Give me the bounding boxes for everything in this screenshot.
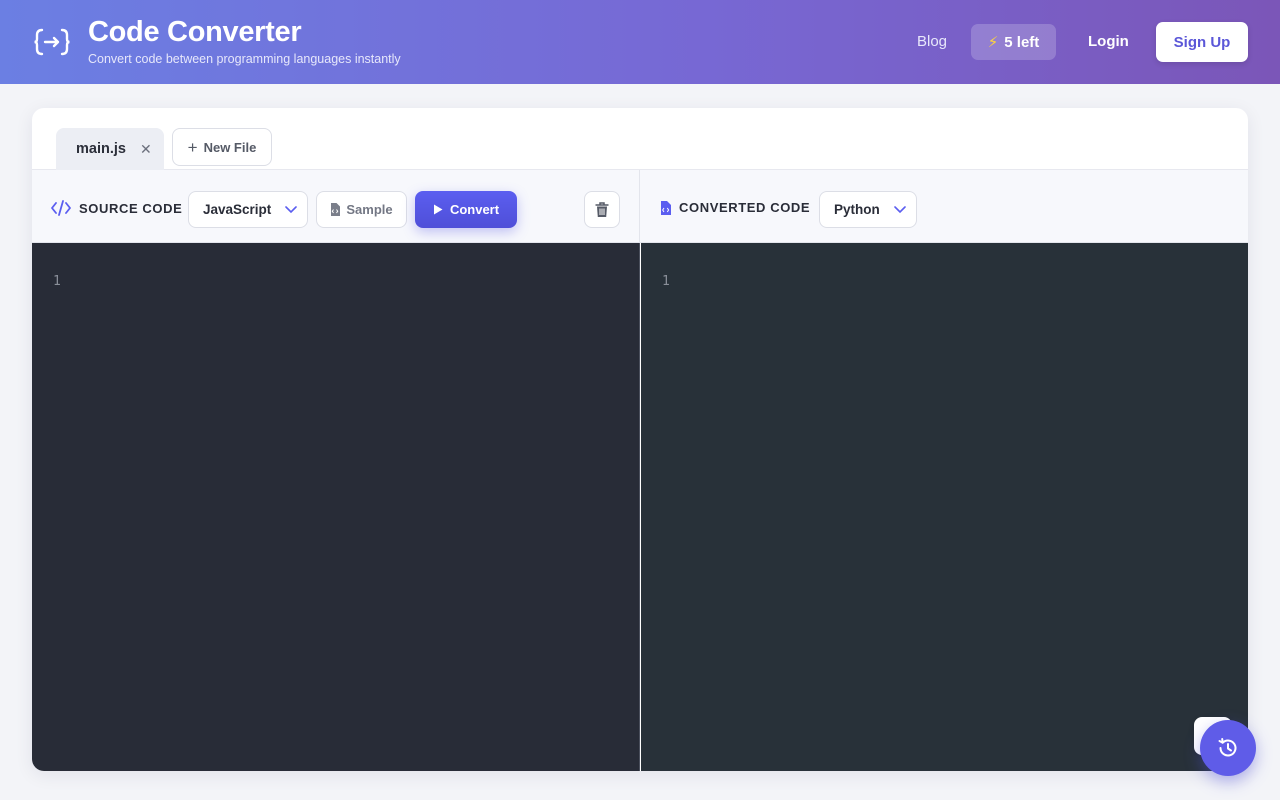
target-label-text: CONVERTED CODE xyxy=(679,200,811,215)
credits-badge[interactable]: ⚡ 5 left xyxy=(971,24,1056,60)
source-editor[interactable]: 1 xyxy=(32,243,640,771)
code-icon xyxy=(51,200,71,216)
file-code-icon xyxy=(331,203,341,216)
nav-blog-link[interactable]: Blog xyxy=(917,33,947,50)
file-tab-bar: main.js ✕ + New File xyxy=(32,108,1248,170)
chevron-down-icon xyxy=(285,205,298,213)
close-icon[interactable]: ✕ xyxy=(140,141,152,158)
history-icon xyxy=(1218,738,1237,757)
sample-button[interactable]: Sample xyxy=(316,191,407,228)
tab-main-js[interactable]: main.js ✕ xyxy=(56,128,164,170)
source-language-value: JavaScript xyxy=(203,202,272,217)
history-button[interactable] xyxy=(1200,720,1256,776)
lightning-icon: ⚡ xyxy=(987,34,999,51)
source-label-text: SOURCE CODE xyxy=(79,200,183,216)
target-editor[interactable]: 1 xyxy=(641,243,1248,771)
target-language-value: Python xyxy=(834,202,880,217)
play-icon xyxy=(433,204,443,215)
login-link[interactable]: Login xyxy=(1088,33,1129,50)
clear-button[interactable] xyxy=(584,191,620,228)
convert-label: Convert xyxy=(449,202,500,217)
target-label: CONVERTED CODE xyxy=(660,200,810,215)
target-toolbar: CONVERTED CODE Python xyxy=(640,170,1248,243)
file-code-icon xyxy=(661,200,671,215)
convert-button[interactable]: Convert xyxy=(415,191,517,228)
chevron-down-icon xyxy=(893,205,906,213)
source-line-number: 1 xyxy=(53,274,61,289)
source-toolbar: SOURCE CODE JavaScript Sample Convert xyxy=(32,170,640,243)
new-file-label: New File xyxy=(203,139,257,155)
sample-label: Sample xyxy=(346,202,393,217)
app-title: Code Converter xyxy=(88,16,302,48)
trash-icon xyxy=(595,201,609,217)
new-file-button[interactable]: + New File xyxy=(172,128,272,166)
converter-card: main.js ✕ + New File SOURCE CODE JavaScr… xyxy=(32,108,1248,771)
app-header: Code Converter Convert code between prog… xyxy=(0,0,1280,84)
tab-label: main.js xyxy=(76,141,126,157)
credits-text: 5 left xyxy=(1004,33,1040,51)
source-language-select[interactable]: JavaScript xyxy=(188,191,308,228)
plus-icon: + xyxy=(187,137,198,157)
signup-button[interactable]: Sign Up xyxy=(1156,22,1248,62)
code-arrow-logo-icon xyxy=(34,28,70,56)
target-language-select[interactable]: Python xyxy=(819,191,917,228)
source-label: SOURCE CODE xyxy=(51,200,182,216)
target-line-number: 1 xyxy=(662,274,670,289)
app-subtitle: Convert code between programming languag… xyxy=(88,52,401,66)
